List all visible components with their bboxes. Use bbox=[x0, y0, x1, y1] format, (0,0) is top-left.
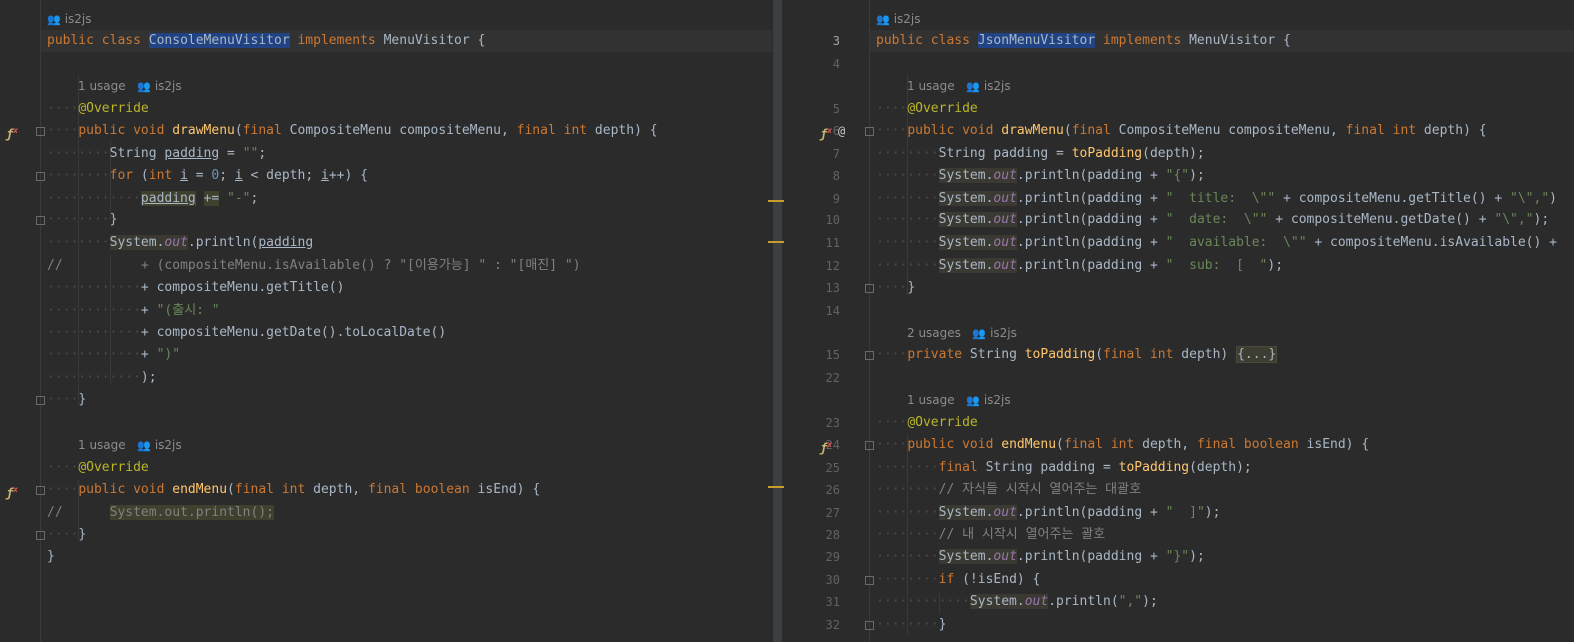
code-line: ············+ compositeMenu.getDate().to… bbox=[47, 325, 447, 340]
code-line: ········System.out.println(padding + " ]… bbox=[876, 505, 1221, 520]
code-line: public class ConsoleMenuVisitor implemen… bbox=[41, 30, 772, 52]
code-line: ····@Override bbox=[47, 101, 149, 116]
people-icon: 👥 bbox=[137, 80, 151, 93]
people-icon: 👥 bbox=[972, 327, 987, 340]
code-line: ····@Override bbox=[47, 460, 149, 475]
override-method-icon[interactable]: ƒx bbox=[820, 120, 832, 145]
code-line: // + (compositeMenu.isAvailable() ? "[이용… bbox=[47, 258, 581, 273]
code-line: ····} bbox=[47, 527, 87, 542]
code-line: ············+ "(출시: " bbox=[47, 303, 220, 318]
left-gutter: ƒx ƒx bbox=[0, 0, 45, 642]
author-hint[interactable]: 👥 is2js bbox=[876, 8, 921, 30]
right-editor-pane[interactable]: 3 4 5 6 7 8 9 10 11 12 13 14 15 22 23 24… bbox=[786, 0, 1574, 642]
usage-hint[interactable]: 1 usage 👥 is2js bbox=[907, 75, 1011, 97]
code-line: ····public void endMenu(final int depth,… bbox=[47, 482, 541, 497]
code-line: ········// 내 시작시 열어주는 괄호 bbox=[876, 527, 1106, 542]
code-line: ········System.out.println(padding + "}"… bbox=[876, 549, 1205, 564]
code-line: ····} bbox=[876, 280, 916, 295]
code-line: // System.out.println(); bbox=[47, 505, 274, 520]
override-method-icon[interactable]: ƒx bbox=[6, 120, 18, 145]
code-line: ····private String toPadding(final int d… bbox=[876, 346, 1278, 363]
code-line: ············System.out.println(","); bbox=[876, 594, 1158, 609]
code-line: ········String padding = toPadding(depth… bbox=[876, 146, 1205, 161]
people-icon: 👥 bbox=[966, 394, 980, 407]
usage-hint[interactable]: 1 usage 👥 is2js bbox=[907, 389, 1011, 411]
code-line: ········System.out.println(padding + " d… bbox=[876, 212, 1550, 227]
code-line: ····public void drawMenu(final Composite… bbox=[876, 123, 1487, 138]
code-line: ········} bbox=[47, 212, 118, 227]
code-line: ········if (!isEnd) { bbox=[876, 572, 1041, 587]
code-line: ····public void endMenu(final int depth,… bbox=[876, 437, 1370, 452]
code-line: ····public void drawMenu(final Composite… bbox=[47, 123, 658, 138]
usage-hint[interactable]: 1 usage 👥 is2js bbox=[78, 75, 182, 97]
code-line: ············); bbox=[47, 370, 157, 385]
code-line: ········// 자식들 시작시 열어주는 대괄호 bbox=[876, 482, 1142, 497]
code-line: public class JsonMenuVisitor implements … bbox=[870, 30, 1574, 52]
right-gutter: 3 4 5 6 7 8 9 10 11 12 13 14 15 22 23 24… bbox=[786, 0, 874, 642]
usage-hint[interactable]: 1 usage 👥 is2js bbox=[78, 434, 182, 456]
code-line: ········System.out.println(padding + " t… bbox=[876, 191, 1557, 206]
code-line: ············+ ")" bbox=[47, 347, 181, 362]
code-line: ········System.out.println(padding bbox=[47, 235, 314, 250]
code-line: ········String padding = ""; bbox=[47, 146, 267, 161]
code-line: ········System.out.println(padding + " a… bbox=[876, 235, 1557, 250]
people-icon: 👥 bbox=[137, 439, 151, 452]
code-line: ········System.out.println(padding + "{"… bbox=[876, 168, 1205, 183]
code-line: ····@Override bbox=[876, 415, 978, 430]
code-line: ············+ compositeMenu.getTitle() bbox=[47, 280, 345, 295]
warning-marker[interactable] bbox=[768, 486, 784, 488]
code-line: ····@Override bbox=[876, 101, 978, 116]
class-name[interactable]: JsonMenuVisitor bbox=[977, 33, 1096, 48]
left-editor-pane[interactable]: ƒx ƒx 👥 is2js public class ConsoleMenuVis… bbox=[0, 0, 772, 642]
author-hint[interactable]: 👥 is2js bbox=[47, 8, 92, 30]
code-line: ····} bbox=[47, 392, 87, 407]
code-line: ········for (int i = 0; i < depth; i++) … bbox=[47, 168, 368, 183]
implemented-icon[interactable]: @ bbox=[838, 120, 845, 142]
warning-marker[interactable] bbox=[768, 241, 784, 243]
people-icon: 👥 bbox=[966, 80, 980, 93]
warning-marker[interactable] bbox=[768, 200, 784, 202]
code-line: ········} bbox=[876, 617, 947, 632]
people-icon: 👥 bbox=[876, 13, 890, 26]
code-line: ········System.out.println(padding + " s… bbox=[876, 258, 1284, 273]
folded-code-placeholder[interactable]: {...} bbox=[1236, 346, 1278, 363]
code-line: ········final String padding = toPadding… bbox=[876, 460, 1252, 475]
usage-hint[interactable]: 2 usages 👥 is2js bbox=[907, 322, 1017, 344]
class-name[interactable]: ConsoleMenuVisitor bbox=[148, 33, 290, 48]
override-method-icon[interactable]: ƒx bbox=[820, 434, 832, 459]
scrollbar[interactable] bbox=[773, 0, 782, 642]
people-icon: 👥 bbox=[47, 13, 61, 26]
code-line: } bbox=[47, 549, 55, 564]
override-method-icon[interactable]: ƒx bbox=[6, 479, 18, 504]
code-line: ············padding += "-"; bbox=[47, 191, 259, 206]
